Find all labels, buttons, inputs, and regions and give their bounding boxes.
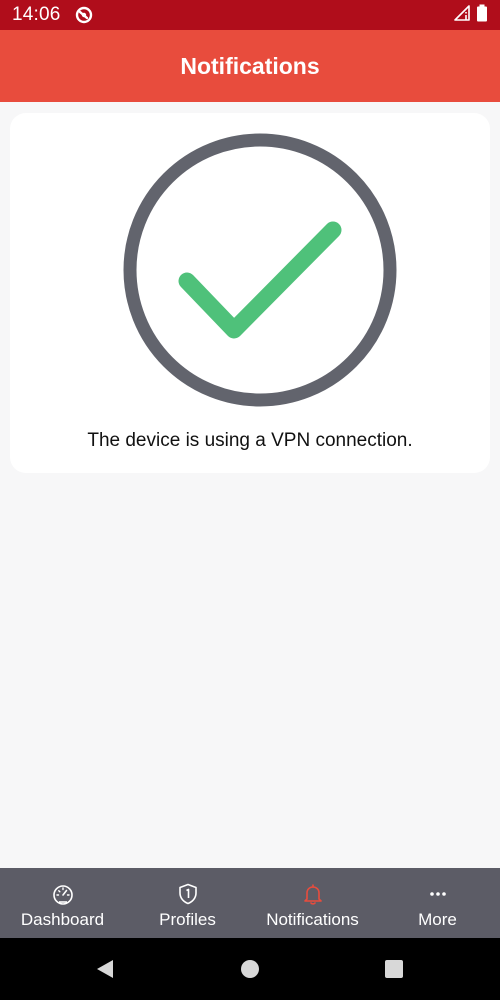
status-ring — [123, 133, 397, 407]
app-bar: Notifications — [0, 30, 500, 102]
vpn-app-icon — [75, 6, 93, 24]
nav-label-more: More — [418, 910, 457, 929]
system-navigation-bar — [0, 938, 500, 1000]
status-bar: 14:06 — [0, 0, 500, 30]
home-circle-icon[interactable] — [240, 959, 260, 979]
check-circle-icon — [123, 133, 397, 407]
shield-icon — [176, 882, 200, 906]
gauge-icon — [51, 882, 75, 906]
page-title: Notifications — [180, 52, 320, 79]
nav-item-notifications[interactable]: Notifications — [250, 868, 375, 938]
back-triangle-icon[interactable] — [95, 959, 115, 979]
nav-item-profiles[interactable]: Profiles — [125, 868, 250, 938]
signal-icon — [454, 4, 470, 26]
bottom-navigation: Dashboard Profiles Notifications More — [0, 868, 500, 938]
nav-item-more[interactable]: More — [375, 868, 500, 938]
nav-label-dashboard: Dashboard — [20, 910, 105, 929]
status-time: 14:06 — [12, 4, 61, 25]
nav-label-profiles: Profiles — [159, 910, 216, 929]
status-indicators — [454, 4, 488, 27]
nav-label-notifications: Notifications — [266, 910, 359, 929]
check-mark — [178, 221, 342, 339]
battery-icon — [476, 4, 488, 27]
vpn-status-card: The device is using a VPN connection. — [10, 113, 490, 473]
nav-item-dashboard[interactable]: Dashboard — [0, 868, 125, 938]
bell-icon — [301, 882, 325, 906]
vpn-status-message: The device is using a VPN connection. — [87, 430, 413, 451]
more-dots-icon — [426, 882, 450, 906]
recents-square-icon[interactable] — [384, 959, 404, 979]
